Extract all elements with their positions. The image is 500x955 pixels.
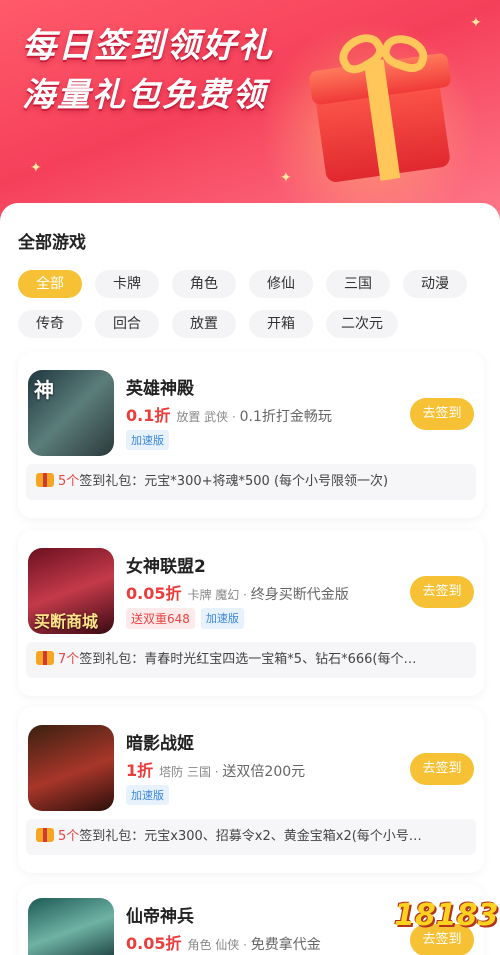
tag-turn-based[interactable]: 回合: [95, 310, 159, 338]
game-meta: 1折 塔防 三国 · 送双倍200元: [126, 761, 306, 780]
sparkle-icon: ✦: [470, 15, 482, 31]
game-icon: 神: [28, 370, 114, 456]
tag-unbox[interactable]: 开箱: [249, 310, 313, 338]
game-icon: [28, 725, 114, 811]
checkin-button[interactable]: 去签到: [410, 576, 474, 608]
game-name: 英雄神殿: [126, 379, 194, 399]
sparkle-icon: ✦: [30, 160, 42, 176]
checkin-gift-row[interactable]: 7个签到礼包：青春时光红宝四选一宝箱*5、钻石*666(每个…: [26, 642, 476, 678]
checkin-button[interactable]: 去签到: [410, 398, 474, 430]
banner-title-line2: 海量礼包免费领: [22, 75, 267, 114]
game-name: 暗影战姬: [126, 734, 194, 754]
sparkle-icon: ✦: [280, 170, 292, 186]
checkin-gift-row[interactable]: 5个签到礼包：元宝*300+将魂*500 (每个小号限领一次): [26, 464, 476, 500]
checkin-button[interactable]: 去签到: [410, 753, 474, 785]
site-watermark-logo: 18183: [394, 898, 499, 933]
checkin-gift-row[interactable]: 5个签到礼包：元宝x300、招募令x2、黄金宝箱x2(每个小号…: [26, 819, 476, 855]
speed-badge: 加速版: [126, 430, 169, 450]
gift-box-illustration: [308, 26, 460, 184]
discount: 0.1折: [126, 406, 171, 425]
game-name: 仙帝神兵: [126, 907, 194, 927]
game-meta: 0.05折 角色 仙侠 · 免费拿代金: [126, 934, 321, 953]
tag-anime[interactable]: 动漫: [403, 270, 467, 298]
discount: 1折: [126, 761, 154, 780]
gift-icon: [36, 651, 54, 665]
gift-badge: 送双重648: [126, 608, 195, 629]
badges: 送双重648 加速版: [126, 608, 244, 629]
game-name: 女神联盟2: [126, 557, 206, 577]
tag-2d-anime[interactable]: 二次元: [326, 310, 398, 338]
badges: 加速版: [126, 430, 169, 450]
game-card[interactable]: 神 英雄神殿 0.1折 放置 武侠 · 0.1折打金畅玩 加速版 去签到 5个签到…: [18, 352, 484, 518]
discount: 0.05折: [126, 584, 182, 603]
banner-title-line1: 每日签到领好礼: [22, 26, 274, 66]
game-card[interactable]: 暗影战姬 1折 塔防 三国 · 送双倍200元 加速版 去签到 5个签到礼包：元宝…: [18, 707, 484, 873]
tag-legend[interactable]: 传奇: [18, 310, 82, 338]
game-icon: [28, 898, 114, 955]
tag-card[interactable]: 卡牌: [95, 270, 159, 298]
game-icon: 买断商城: [28, 548, 114, 634]
tag-xiuxian[interactable]: 修仙: [249, 270, 313, 298]
section-title: 全部游戏: [18, 233, 86, 253]
tag-idle[interactable]: 放置: [172, 310, 236, 338]
discount: 0.05折: [126, 934, 182, 953]
gift-icon: [36, 828, 54, 842]
tag-all[interactable]: 全部: [18, 270, 82, 298]
game-meta: 0.1折 放置 武侠 · 0.1折打金畅玩: [126, 406, 332, 425]
badges: 加速版: [126, 785, 169, 805]
game-card[interactable]: 买断商城 女神联盟2 0.05折 卡牌 魔幻 · 终身买断代金版 送双重648 加…: [18, 530, 484, 696]
tag-three-kingdoms[interactable]: 三国: [326, 270, 390, 298]
game-meta: 0.05折 卡牌 魔幻 · 终身买断代金版: [126, 584, 349, 603]
promo-banner[interactable]: 每日签到领好礼 海量礼包免费领 ✦ ✦ ✦: [0, 0, 500, 230]
speed-badge: 加速版: [126, 785, 169, 805]
tag-role[interactable]: 角色: [172, 270, 236, 298]
speed-badge: 加速版: [200, 608, 244, 629]
gift-icon: [36, 473, 54, 487]
